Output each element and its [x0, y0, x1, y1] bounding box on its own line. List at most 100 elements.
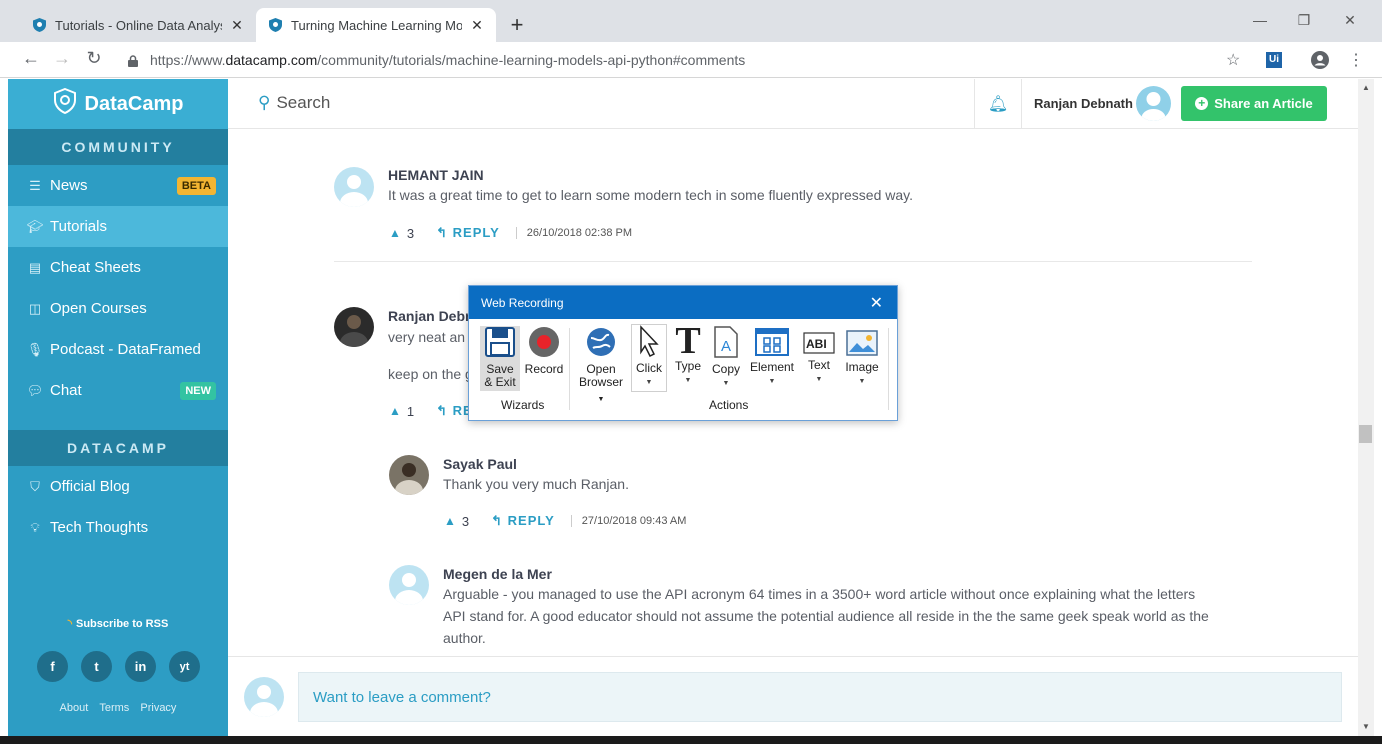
user-avatar[interactable] [1136, 86, 1171, 121]
new-badge: NEW [180, 381, 216, 400]
twitter-icon[interactable]: t [81, 651, 112, 682]
comment-text: It was a great time to get to learn some… [388, 187, 913, 203]
bookmark-star-icon[interactable]: ☆ [1226, 50, 1240, 70]
record-button[interactable]: Record [523, 326, 565, 376]
tab-title: Turning Machine Learning Mode [291, 17, 462, 33]
element-button[interactable]: Element ▼ [749, 328, 795, 388]
back-arrow-icon[interactable]: ← [20, 48, 42, 69]
sidebar-item-label: Tech Thoughts [50, 519, 149, 536]
upvote-icon[interactable]: ▲ [444, 514, 456, 528]
commenter-avatar [389, 455, 429, 495]
current-user-avatar [244, 677, 284, 717]
close-window-icon[interactable]: ✕ [1340, 12, 1360, 29]
comment-input[interactable]: Want to leave a comment? [298, 672, 1342, 722]
url-field[interactable]: https://www.datacamp.com/community/tutor… [150, 52, 745, 68]
restore-icon[interactable]: ❐ [1294, 12, 1314, 29]
facebook-icon[interactable]: f [37, 651, 68, 682]
comment-date: 26/10/2018 02:38 PM [526, 227, 632, 239]
sidebar-item-label: Podcast - DataFramed [50, 341, 201, 358]
sidebar-item-official-blog[interactable]: ⛉ Official Blog [8, 466, 228, 507]
comment-date: 27/10/2018 09:43 AM [581, 515, 687, 527]
graduation-cap-icon: 🎓︎ [26, 218, 44, 234]
scroll-up-arrow-icon[interactable]: ▲ [1358, 83, 1374, 92]
sidebar-item-tech-thoughts[interactable]: 💡︎ Tech Thoughts [8, 507, 228, 548]
text-button[interactable]: ABI Text ▼ [801, 332, 837, 386]
comment-bar: Want to leave a comment? [228, 656, 1358, 736]
privacy-link[interactable]: Privacy [140, 702, 176, 714]
browser-tab-tutorials[interactable]: Tutorials - Online Data Analysis & ✕ [20, 8, 256, 42]
comment-text: keep on the g [388, 366, 473, 382]
comment-meta: ▲ 3 ↰ REPLY 27/10/2018 09:43 AM [444, 513, 686, 529]
brand-name: DataCamp [84, 92, 184, 115]
copy-button[interactable]: A Copy ▼ [707, 326, 745, 390]
share-article-button[interactable]: + Share an Article [1181, 86, 1327, 121]
type-button[interactable]: T Type ▼ [671, 322, 705, 387]
sidebar-item-label: Cheat Sheets [50, 259, 141, 276]
rss-label: Subscribe to RSS [75, 618, 169, 630]
subscribe-rss-link[interactable]: ◝ Subscribe to RSS [8, 617, 228, 630]
beta-badge: BETA [176, 176, 216, 195]
sidebar-item-podcast[interactable]: 🎙︎ Podcast - DataFramed [8, 329, 228, 370]
columns-icon: ◫ [28, 300, 42, 316]
forward-arrow-icon[interactable]: → [51, 48, 73, 69]
open-browser-button[interactable]: Open Browser ▼ [575, 326, 627, 406]
datacamp-logo[interactable]: DataCamp [8, 79, 228, 129]
svg-text:ABI: ABI [806, 337, 827, 351]
upvote-icon[interactable]: ▲ [389, 226, 401, 240]
type-label: Type [674, 359, 701, 373]
sidebar-item-open-courses[interactable]: ◫ Open Courses [8, 288, 228, 329]
browser-tab-active[interactable]: Turning Machine Learning Mode ✕ [256, 8, 496, 42]
about-link[interactable]: About [60, 702, 89, 714]
linkedin-icon[interactable]: in [125, 651, 156, 682]
exit-label: & Exit [484, 375, 516, 389]
sidebar-item-chat[interactable]: 💬︎ Chat NEW [8, 370, 228, 411]
click-button[interactable]: Click ▼ [631, 324, 667, 392]
reply-label: REPLY [507, 513, 555, 528]
dialog-title-text: Web Recording [481, 295, 564, 310]
search-button[interactable]: ⚲ Search [258, 93, 330, 113]
browser-label: Browser [578, 375, 623, 389]
comment-author[interactable]: HEMANT JAIN [388, 167, 484, 183]
sidebar-item-news[interactable]: ☰ News BETA [8, 165, 228, 206]
upvote-icon[interactable]: ▲ [389, 404, 401, 418]
new-tab-icon[interactable]: + [506, 12, 528, 38]
profile-icon[interactable] [1311, 51, 1329, 74]
reply-button[interactable]: ↰ REPLY [436, 225, 500, 241]
terms-link[interactable]: Terms [99, 702, 129, 714]
minimize-icon[interactable]: — [1250, 12, 1270, 28]
record-icon [523, 326, 565, 361]
reload-icon[interactable]: ↻ [83, 48, 105, 69]
vote-count: 3 [461, 513, 470, 529]
sidebar-item-cheat-sheets[interactable]: ▤ Cheat Sheets [8, 247, 228, 288]
comment-author[interactable]: Sayak Paul [443, 456, 517, 472]
notifications-bell-icon[interactable]: 🔔︎ [974, 79, 1022, 129]
user-name[interactable]: Ranjan Debnath [1034, 96, 1133, 111]
lock-icon [128, 54, 138, 72]
comment-divider [334, 261, 1252, 262]
menu-kebab-icon[interactable]: ⋮ [1348, 50, 1364, 70]
image-button[interactable]: Image ▼ [841, 330, 883, 388]
microphone-icon: 🎙︎ [26, 341, 44, 357]
uipath-extension-icon[interactable]: Ui [1266, 52, 1282, 68]
shield-icon: ⛉ [30, 478, 40, 494]
browser-tab-bar: Tutorials - Online Data Analysis & ✕ Tur… [0, 0, 1382, 42]
datacamp-favicon-icon [32, 18, 46, 32]
dialog-close-icon[interactable]: ✕ [870, 293, 883, 313]
comment-author[interactable]: Ranjan Debn [388, 308, 474, 324]
element-grid-icon [749, 328, 795, 359]
svg-text:A: A [721, 338, 731, 355]
page-scrollbar[interactable] [1358, 79, 1374, 736]
element-label: Element [749, 360, 795, 374]
scrollbar-thumb[interactable] [1359, 425, 1372, 443]
reply-button[interactable]: ↰ REPLY [491, 513, 555, 529]
scroll-down-arrow-icon[interactable]: ▼ [1358, 722, 1374, 731]
sidebar-item-tutorials[interactable]: 🎓︎ Tutorials [8, 206, 228, 247]
comment-author[interactable]: Megen de la Mer [443, 566, 552, 582]
close-tab-icon[interactable]: ✕ [230, 17, 244, 34]
dropdown-caret-icon: ▼ [722, 380, 730, 387]
save-label: Save [486, 362, 514, 376]
close-tab-icon[interactable]: ✕ [470, 17, 484, 34]
youtube-icon[interactable]: yt [169, 651, 200, 682]
save-exit-button[interactable]: Save & Exit [480, 326, 520, 391]
plus-icon: + [1195, 97, 1209, 110]
